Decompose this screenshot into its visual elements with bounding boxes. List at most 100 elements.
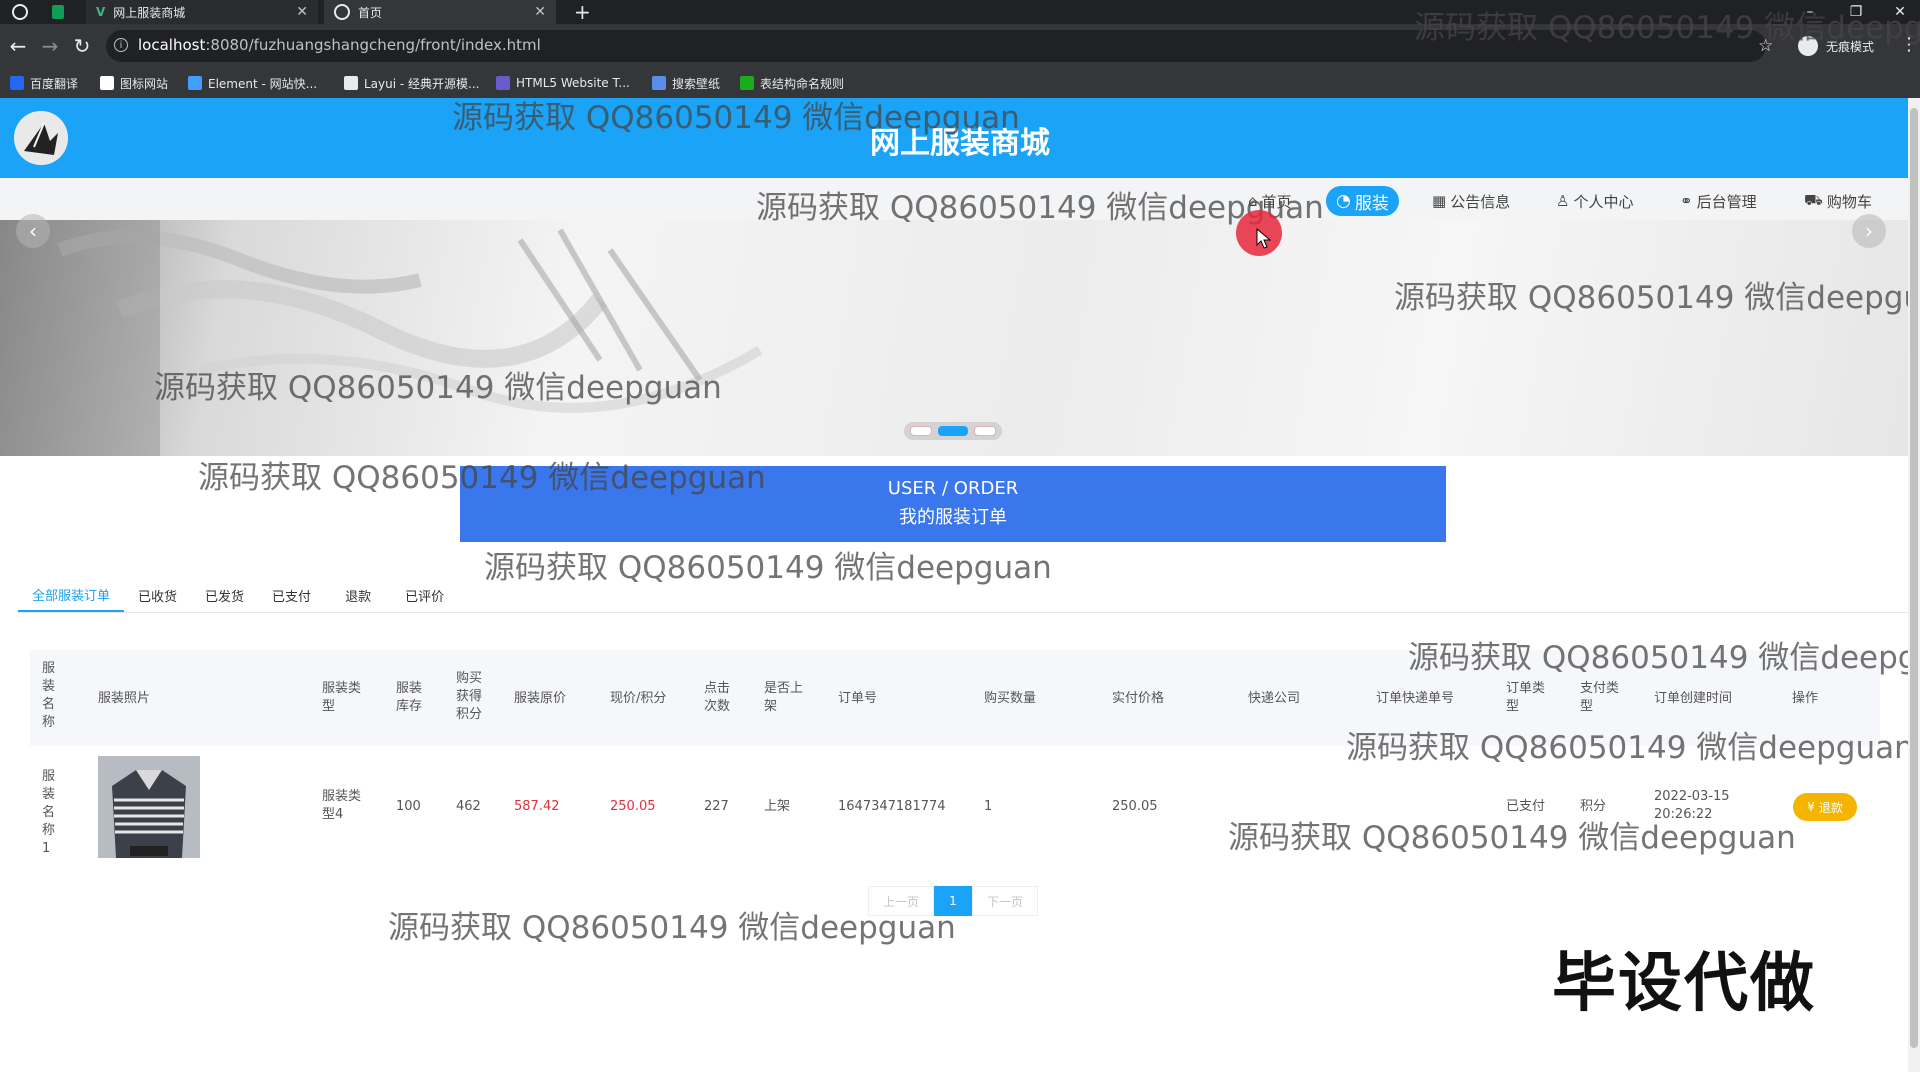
cell-clicks: 227 <box>704 799 729 814</box>
url-host: localhost <box>138 36 206 54</box>
url-path: :8080/fuzhuangshangcheng/front/index.htm… <box>205 36 541 54</box>
header-cell: 订单快递单号 <box>1376 691 1455 706</box>
refund-button[interactable]: ¥ 退款 <box>1793 793 1857 821</box>
watermark: 源码获取 QQ86050149 微信deepguan <box>388 910 956 946</box>
watermark: 源码获取 QQ86050149 微信deepguan <box>1228 820 1796 856</box>
url-text[interactable]: localhost:8080/fuzhuangshangcheng/front/… <box>138 36 541 54</box>
watermark: 源码获取 QQ86050149 微信deepguan <box>1414 10 1920 46</box>
bookmark-item[interactable]: Element - 网站快... <box>188 70 317 96</box>
yen-icon: ¥ <box>1807 800 1815 814</box>
bookmark-icon <box>496 76 510 90</box>
header-cell: 实付价格 <box>1112 691 1165 706</box>
nav-item-user-center[interactable]: ♙ 个人中心 <box>1556 186 1633 216</box>
tab-title: 网上服装商城 <box>113 5 186 20</box>
header-cell: 支付类型 <box>1580 681 1620 714</box>
tab-all-orders[interactable]: 全部服装订单 <box>18 578 125 612</box>
watermark: 源码获取 QQ86050149 微信deepguan <box>1346 730 1914 766</box>
tab-shipped[interactable]: 已发货 <box>191 578 258 612</box>
header-cell: 购买获得积分 <box>456 671 483 722</box>
carousel-slide[interactable] <box>0 220 1908 456</box>
banner-title-cn: 我的服装订单 <box>899 507 1007 528</box>
sheets-icon[interactable] <box>52 5 64 19</box>
bookmark-icon <box>344 76 358 90</box>
tab-received[interactable]: 已收货 <box>124 578 191 612</box>
tab-paid[interactable]: 已支付 <box>258 578 325 612</box>
mouse-cursor-icon <box>1256 228 1272 250</box>
close-icon[interactable]: ✕ <box>534 4 546 20</box>
bookmark-icon <box>10 76 24 90</box>
header-cell: 服装名称 <box>42 661 56 730</box>
bookmark-item[interactable]: 图标网站 <box>100 70 168 96</box>
tab-refund[interactable]: 退款 <box>325 578 391 612</box>
cell-original-price: 587.42 <box>514 799 560 814</box>
watermark: 源码获取 QQ86050149 微信deepguan <box>1408 640 1920 676</box>
browser-menu-icon[interactable] <box>12 4 28 20</box>
product-photo[interactable] <box>98 756 200 858</box>
carousel-next-button[interactable]: › <box>1852 214 1886 248</box>
cell-qty: 1 <box>984 799 993 814</box>
nav-item-cart[interactable]: ⛟ 购物车 <box>1804 186 1872 216</box>
bookmark-item[interactable]: 百度翻译 <box>10 70 78 96</box>
cell-name: 服装名称1 <box>42 769 56 856</box>
carousel-dot[interactable] <box>974 426 996 436</box>
clothes-icon: ◔ <box>1336 191 1351 211</box>
forward-icon[interactable]: → <box>36 32 64 60</box>
header-cell: 订单类型 <box>1506 681 1546 714</box>
tab-reviewed[interactable]: 已评价 <box>391 578 458 612</box>
flag-icon <box>100 76 114 90</box>
cart-icon: ⛟ <box>1804 191 1823 209</box>
cell-points: 462 <box>456 799 481 814</box>
bookmark-icon <box>652 76 666 90</box>
cell-paid: 250.05 <box>1112 799 1158 814</box>
promo-stamp: 毕设代做 <box>1552 947 1816 1021</box>
tab-title: 首页 <box>358 5 383 20</box>
user-icon: ♙ <box>1556 192 1570 210</box>
carousel-dot-active[interactable] <box>938 426 968 436</box>
header-cell: 点击次数 <box>704 681 731 714</box>
cell-order-no: 1647347181774 <box>838 799 946 814</box>
reload-icon[interactable]: ↻ <box>68 32 96 60</box>
cell-shelf: 上架 <box>764 799 791 814</box>
nav-item-admin[interactable]: ⚭ 后台管理 <box>1680 186 1757 216</box>
watermark: 源码获取 QQ86050149 微信deepguan <box>1394 280 1920 316</box>
header-cell: 订单创建时间 <box>1654 691 1733 706</box>
carousel-dot[interactable] <box>910 426 932 436</box>
close-icon[interactable]: ✕ <box>296 4 308 20</box>
watermark: 源码获取 QQ86050149 微信deepguan <box>198 460 766 496</box>
header-cell: 服装类型 <box>322 681 362 714</box>
carousel-image <box>0 220 763 456</box>
cell-stock: 100 <box>396 799 421 814</box>
cell-price: 250.05 <box>610 799 656 814</box>
nav-item-notice[interactable]: ▦ 公告信息 <box>1432 186 1510 216</box>
watermark: 源码获取 QQ86050149 微信deepguan <box>452 100 1020 136</box>
vue-icon: V <box>96 5 106 19</box>
header-cell: 订单号 <box>838 691 878 706</box>
new-tab-button[interactable]: + <box>574 0 591 24</box>
header-cell: 现价/积分 <box>610 691 667 706</box>
browser-tab-home[interactable]: 首页 ✕ <box>324 0 556 24</box>
header-cell: 快递公司 <box>1248 691 1301 706</box>
carousel-indicators <box>904 422 1002 440</box>
header-cell: 购买数量 <box>984 691 1037 706</box>
header-cell: 服装原价 <box>514 691 567 706</box>
watermark: 源码获取 QQ86050149 微信deepguan <box>484 550 1052 586</box>
header-cell: 是否上架 <box>764 681 804 714</box>
tabs-divider <box>18 612 1908 613</box>
bookmark-icon <box>740 76 754 90</box>
info-icon[interactable]: i <box>114 38 128 52</box>
globe-icon <box>334 4 350 20</box>
back-icon[interactable]: ← <box>4 32 32 60</box>
bookmark-icon <box>188 76 202 90</box>
order-tabs: 全部服装订单 已收货 已发货 已支付 退款 已评价 <box>18 578 458 612</box>
link-icon: ⚭ <box>1680 192 1693 210</box>
cell-type: 服装类型4 <box>322 789 362 822</box>
carousel-prev-button[interactable]: ‹ <box>16 214 50 248</box>
header-cell: 服装库存 <box>396 681 423 714</box>
scrollbar-thumb[interactable] <box>1910 108 1918 1048</box>
browser-tab-store[interactable]: V 网上服装商城 ✕ <box>86 0 318 24</box>
nav-item-clothes[interactable]: ◔ 服装 <box>1326 186 1399 216</box>
next-page-button[interactable]: 下一页 <box>972 886 1038 916</box>
header-cell: 操作 <box>1792 691 1819 706</box>
notice-icon: ▦ <box>1432 192 1447 210</box>
watermark: 源码获取 QQ86050149 微信deepguan <box>154 370 722 406</box>
